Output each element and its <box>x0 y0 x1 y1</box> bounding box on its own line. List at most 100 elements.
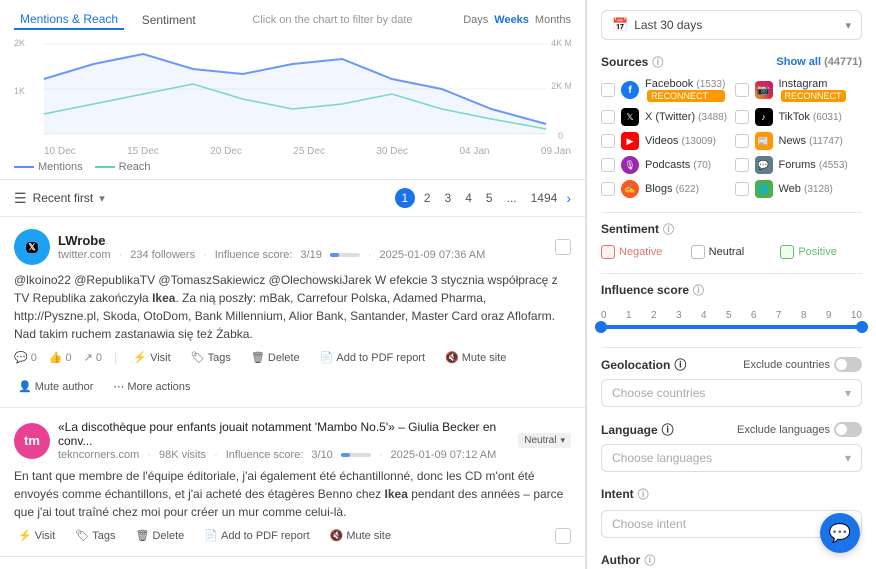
action-more[interactable]: ⋯ More actions <box>109 378 194 395</box>
reconnect-btn[interactable]: RECONNECT <box>781 90 846 102</box>
source-checkbox[interactable] <box>601 134 615 148</box>
action-delete[interactable]: 🗑 Delete <box>132 527 189 544</box>
feed-followers: 234 followers <box>130 249 195 261</box>
info-icon[interactable]: ⓘ <box>662 421 674 438</box>
svg-text:2K: 2K <box>14 38 25 48</box>
info-icon[interactable]: ⓘ <box>638 486 649 502</box>
source-name: Facebook (1533) <box>645 78 725 90</box>
info-icon[interactable]: ⓘ <box>693 282 704 298</box>
source-checkbox[interactable] <box>601 83 615 97</box>
exclude-languages-toggle[interactable] <box>834 422 862 437</box>
action-pdf[interactable]: 📄 Add to PDF report <box>200 527 313 544</box>
feed-header: ☰ Recent first ▾ 1 2 3 4 5 ... 1494 › <box>0 180 585 217</box>
page-2[interactable]: 2 <box>419 190 436 206</box>
feed-item: 𝕏 LWrobe twitter.com · 234 followers · I… <box>0 217 585 408</box>
action-mute-author[interactable]: 👤 Mute author <box>14 378 97 395</box>
languages-dropdown[interactable]: Choose languages ▾ <box>601 444 862 472</box>
action-pdf[interactable]: 📄 Add to PDF report <box>316 349 429 366</box>
page-1[interactable]: 1 <box>395 188 415 208</box>
page-last[interactable]: 1494 <box>526 190 563 206</box>
source-checkbox[interactable] <box>601 182 615 196</box>
negative-checkbox[interactable] <box>601 245 615 259</box>
intent-title: Intent ⓘ <box>601 486 862 502</box>
tab-mentions-reach[interactable]: Mentions & Reach <box>14 10 124 30</box>
info-icon[interactable]: ⓘ <box>663 221 674 237</box>
reach-line <box>95 166 115 168</box>
tab-weeks[interactable]: Weeks <box>494 14 529 26</box>
source-name: Instagram <box>779 78 846 90</box>
sentiment-title: Sentiment ⓘ <box>601 221 862 237</box>
influence-score: 3/19 <box>300 249 321 261</box>
exclude-countries-toggle[interactable] <box>834 357 862 372</box>
source-podcasts: 🎙 Podcasts (70) <box>601 156 729 174</box>
chart-area: Mentions & Reach Sentiment Click on the … <box>0 0 585 180</box>
source-instagram: 📷 Instagram RECONNECT <box>735 78 863 102</box>
share-icon: ↗ <box>84 351 93 364</box>
source-web: 🌐 Web (3128) <box>735 180 863 198</box>
sources-title: Sources ⓘ Show all (44771) <box>601 54 862 70</box>
info-icon[interactable]: ⓘ <box>652 54 663 70</box>
chart-svg-container[interactable]: 2K 1K 4K M 2K M 0 <box>14 34 571 144</box>
show-all-link[interactable]: Show all (44771) <box>776 56 862 68</box>
action-visit[interactable]: ⚡ Visit <box>14 527 59 544</box>
chat-button[interactable]: 💬 <box>820 513 860 553</box>
source-checkbox[interactable] <box>601 110 615 124</box>
feed-title: «La discothèque pour enfants jouait nota… <box>58 420 510 448</box>
item-checkbox[interactable] <box>555 239 571 255</box>
influence-bar <box>330 253 360 257</box>
positive-checkbox[interactable] <box>780 245 794 259</box>
page-3[interactable]: 3 <box>440 190 457 206</box>
action-delete[interactable]: 🗑 Delete <box>247 349 304 366</box>
sort-label[interactable]: Recent first <box>33 191 94 205</box>
video-icon: ▶ <box>621 132 639 150</box>
source-checkbox[interactable] <box>735 110 749 124</box>
source-checkbox[interactable] <box>735 182 749 196</box>
stat-likes: 👍 0 <box>49 351 72 364</box>
exclude-languages-label: Exclude languages <box>737 424 830 436</box>
slider-labels: 0 1 2 3 4 5 6 7 8 9 10 <box>601 310 862 321</box>
source-name: News (11747) <box>779 135 843 147</box>
page-4[interactable]: 4 <box>460 190 477 206</box>
next-page-arrow[interactable]: › <box>566 190 571 206</box>
action-mute-site[interactable]: 🔇 Mute site <box>326 527 395 544</box>
right-panel: 📅 Last 30 days ▾ Sources ⓘ Show all (447… <box>586 0 876 569</box>
feed-date: 2025-01-09 07:36 AM <box>380 249 486 261</box>
author-title: Author ⓘ <box>601 552 862 568</box>
info-icon[interactable]: ⓘ <box>674 356 686 373</box>
source-checkbox[interactable] <box>735 158 749 172</box>
slider-left-handle[interactable] <box>595 321 607 333</box>
exclude-languages-row: Exclude languages <box>737 422 862 437</box>
item-checkbox[interactable] <box>555 528 571 544</box>
divider <box>601 347 862 348</box>
avatar: tm <box>14 423 50 459</box>
sentiment-badge[interactable]: Neutral ▾ <box>518 433 571 448</box>
action-tags[interactable]: 🏷 Tags <box>187 349 235 366</box>
date-range-picker[interactable]: 📅 Last 30 days ▾ <box>601 10 862 40</box>
source-checkbox[interactable] <box>601 158 615 172</box>
page-5[interactable]: 5 <box>481 190 498 206</box>
influence-slider: 0 1 2 3 4 5 6 7 8 9 10 <box>601 306 862 333</box>
slider-track[interactable] <box>601 325 862 329</box>
feed-site[interactable]: tekncorners.com <box>58 449 139 461</box>
slider-right-handle[interactable] <box>856 321 868 333</box>
tab-months[interactable]: Months <box>535 14 571 26</box>
geo-title: Geolocation ⓘ <box>601 356 686 373</box>
countries-dropdown[interactable]: Choose countries ▾ <box>601 379 862 407</box>
tab-days[interactable]: Days <box>463 14 488 26</box>
reconnect-btn[interactable]: RECONNECT <box>647 90 725 102</box>
slider-fill <box>601 325 862 329</box>
sentiment-positive: Positive <box>780 245 862 259</box>
tab-sentiment[interactable]: Sentiment <box>136 11 202 29</box>
feed-site[interactable]: twitter.com <box>58 249 111 261</box>
legend-reach: Reach <box>95 161 151 173</box>
source-checkbox[interactable] <box>735 134 749 148</box>
action-visit[interactable]: ⚡ Visit <box>129 349 174 366</box>
source-checkbox[interactable] <box>735 83 749 97</box>
action-mute-site[interactable]: 🔇 Mute site <box>441 349 510 366</box>
sort-arrow-icon[interactable]: ▾ <box>99 192 105 205</box>
feed-text: En tant que membre de l'équipe éditorial… <box>14 467 571 521</box>
info-icon[interactable]: ⓘ <box>644 552 655 568</box>
feed-item-header: 𝕏 LWrobe twitter.com · 234 followers · I… <box>14 229 571 265</box>
action-tags[interactable]: 🏷 Tags <box>71 527 119 544</box>
neutral-checkbox[interactable] <box>691 245 705 259</box>
